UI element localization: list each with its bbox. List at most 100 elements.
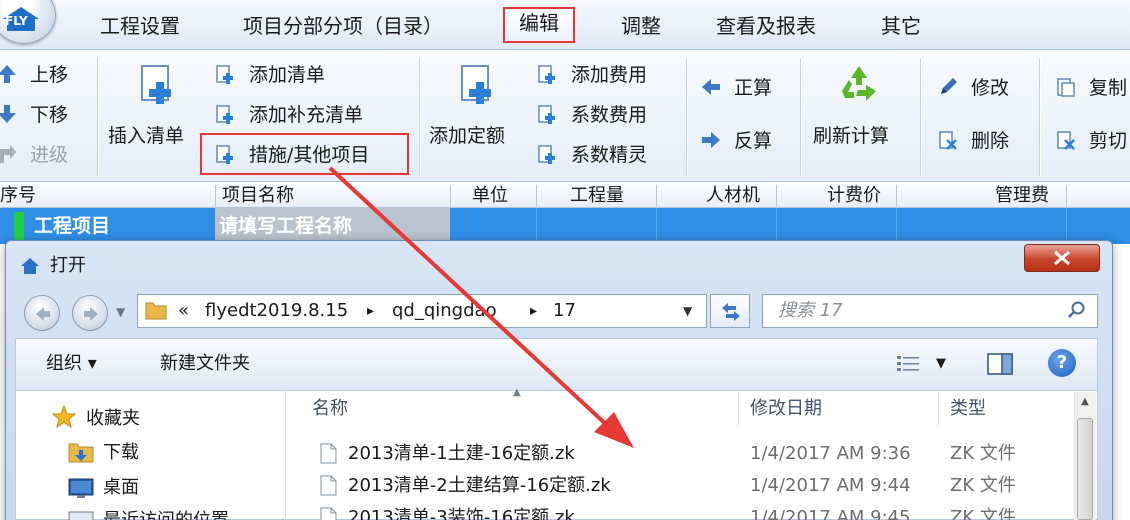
cut-button[interactable]: 剪切 — [1055, 126, 1127, 156]
recent-places-icon — [68, 511, 94, 520]
dialog-title: 打开 — [50, 255, 86, 276]
app-house-icon — [21, 258, 39, 274]
star-icon — [52, 405, 76, 429]
cell-separator — [776, 208, 777, 244]
file-date: 1/4/2017 AM 9:45 — [750, 507, 911, 520]
download-icon — [68, 443, 94, 463]
sort-ascending-icon: ▲ — [513, 387, 521, 398]
search-icon[interactable] — [1066, 300, 1086, 320]
col-header-index[interactable]: 序号 — [0, 183, 36, 208]
copy-button[interactable]: 复制 — [1055, 73, 1127, 103]
refresh-calc-label[interactable]: 刷新计算 — [813, 121, 889, 148]
col-header-unit[interactable]: 单位 — [472, 183, 508, 208]
delete-label: 删除 — [971, 130, 1010, 152]
col-header-management-fee[interactable]: 管理费 — [995, 183, 1049, 208]
add-quota-label[interactable]: 添加定额 — [429, 121, 505, 148]
delete-button[interactable]: 删除 — [937, 126, 1009, 156]
desktop-icon — [68, 478, 94, 498]
col-separator[interactable] — [738, 392, 739, 426]
help-icon[interactable]: ? — [1048, 349, 1076, 377]
coef-wizard-button[interactable]: 系数精灵 — [537, 140, 647, 170]
col-header-modified[interactable]: 修改日期 — [750, 396, 822, 422]
add-supplement-list-button[interactable]: 添加补充清单 — [215, 100, 363, 130]
delete-icon — [939, 130, 957, 150]
arrow-forward-icon — [84, 307, 98, 321]
cell-separator — [1066, 208, 1067, 244]
col-header-file-name[interactable]: 名称 — [312, 396, 348, 422]
file-type: ZK 文件 — [950, 475, 1016, 496]
address-dropdown[interactable]: ▼ — [683, 298, 692, 324]
menu-edit[interactable]: 编辑 — [503, 7, 575, 43]
close-icon — [1054, 250, 1070, 266]
add-fee-button[interactable]: 添加费用 — [537, 60, 647, 90]
col-separator[interactable] — [938, 392, 939, 426]
forward-calc-button[interactable]: 正算 — [700, 73, 772, 103]
breadcrumb-overflow[interactable]: « — [178, 298, 189, 324]
col-header-name[interactable]: 项目名称 — [222, 183, 294, 208]
breadcrumb-item[interactable]: 17 — [553, 298, 576, 324]
close-button[interactable] — [1024, 244, 1100, 272]
tree-item-downloads[interactable]: 下载 — [103, 439, 139, 467]
insert-list-label[interactable]: 插入清单 — [108, 121, 184, 148]
promote-label: 进级 — [30, 144, 69, 166]
preview-pane-icon[interactable] — [986, 352, 1014, 376]
forward-calc-label: 正算 — [734, 77, 773, 99]
table-row[interactable] — [0, 208, 1130, 244]
ribbon-separator — [419, 58, 420, 176]
col-header-type[interactable]: 类型 — [950, 396, 986, 422]
view-dropdown[interactable]: ▼ — [936, 350, 946, 378]
col-header-materials[interactable]: 人材机 — [706, 183, 760, 208]
file-name[interactable]: 2013清单-1土建-16定额.zk — [348, 440, 575, 468]
scroll-up-button[interactable]: ▲ — [1076, 394, 1094, 410]
back-button[interactable] — [24, 295, 60, 331]
file-icon — [320, 507, 337, 520]
file-name[interactable]: 2013清单-3装饰-16定额.zk — [348, 504, 575, 520]
recent-locations-dropdown[interactable]: ▼ — [116, 305, 125, 319]
col-header-price[interactable]: 计费价 — [827, 183, 881, 208]
breadcrumb-item[interactable]: qd_qingdao — [392, 298, 497, 324]
add-quota-icon[interactable] — [456, 62, 500, 106]
view-options-icon[interactable] — [895, 352, 921, 374]
ribbon-separator — [920, 58, 921, 176]
recycle-icon[interactable] — [836, 61, 882, 107]
scroll-thumb[interactable] — [1077, 418, 1093, 520]
breadcrumb-separator[interactable]: ▸ — [367, 298, 374, 324]
menu-project-settings[interactable]: 工程设置 — [100, 10, 180, 42]
insert-list-icon[interactable] — [136, 62, 180, 106]
new-folder-button[interactable]: 新建文件夹 — [160, 350, 250, 378]
reverse-calc-button[interactable]: 反算 — [700, 126, 772, 156]
tree-item-desktop[interactable]: 桌面 — [103, 474, 139, 502]
col-header-quantity[interactable]: 工程量 — [570, 183, 624, 208]
coef-fee-button[interactable]: 系数费用 — [537, 100, 647, 130]
col-separator — [215, 185, 216, 207]
file-icon — [320, 443, 337, 464]
move-down-button[interactable]: 下移 — [0, 100, 68, 130]
promote-icon — [0, 144, 16, 163]
ribbon-separator — [686, 58, 687, 176]
tree-item-recent[interactable]: 最近访问的位置 — [103, 507, 229, 520]
modify-button[interactable]: 修改 — [937, 73, 1009, 103]
project-name-field[interactable]: 请填写工程名称 — [215, 208, 450, 244]
forward-button[interactable] — [72, 295, 108, 331]
promote-button[interactable]: 进级 — [0, 140, 68, 170]
add-item-icon — [216, 64, 233, 84]
organize-button[interactable]: 组织 ▾ — [46, 350, 97, 378]
move-up-label: 上移 — [30, 64, 69, 86]
menu-view-reports[interactable]: 查看及报表 — [716, 10, 816, 42]
cut-icon — [1057, 130, 1075, 150]
refresh-button[interactable] — [710, 294, 750, 328]
breadcrumb-item[interactable]: flyedt2019.8.15 — [205, 298, 348, 324]
arrow-back-icon — [36, 307, 50, 321]
breadcrumb-separator[interactable]: ▸ — [530, 298, 537, 324]
move-up-button[interactable]: 上移 — [0, 60, 68, 90]
cut-label: 剪切 — [1089, 130, 1128, 152]
tree-item-favorites[interactable]: 收藏夹 — [86, 405, 140, 433]
menu-other[interactable]: 其它 — [881, 10, 921, 42]
menu-adjust[interactable]: 调整 — [621, 10, 661, 42]
pencil-icon — [941, 77, 957, 94]
menu-project-subdivision[interactable]: 项目分部分项（目录） — [243, 10, 443, 42]
row-project-label: 工程项目 — [34, 215, 111, 237]
add-list-button[interactable]: 添加清单 — [215, 60, 325, 90]
add-item-icon — [538, 64, 555, 84]
file-name[interactable]: 2013清单-2土建结算-16定额.zk — [348, 472, 611, 500]
